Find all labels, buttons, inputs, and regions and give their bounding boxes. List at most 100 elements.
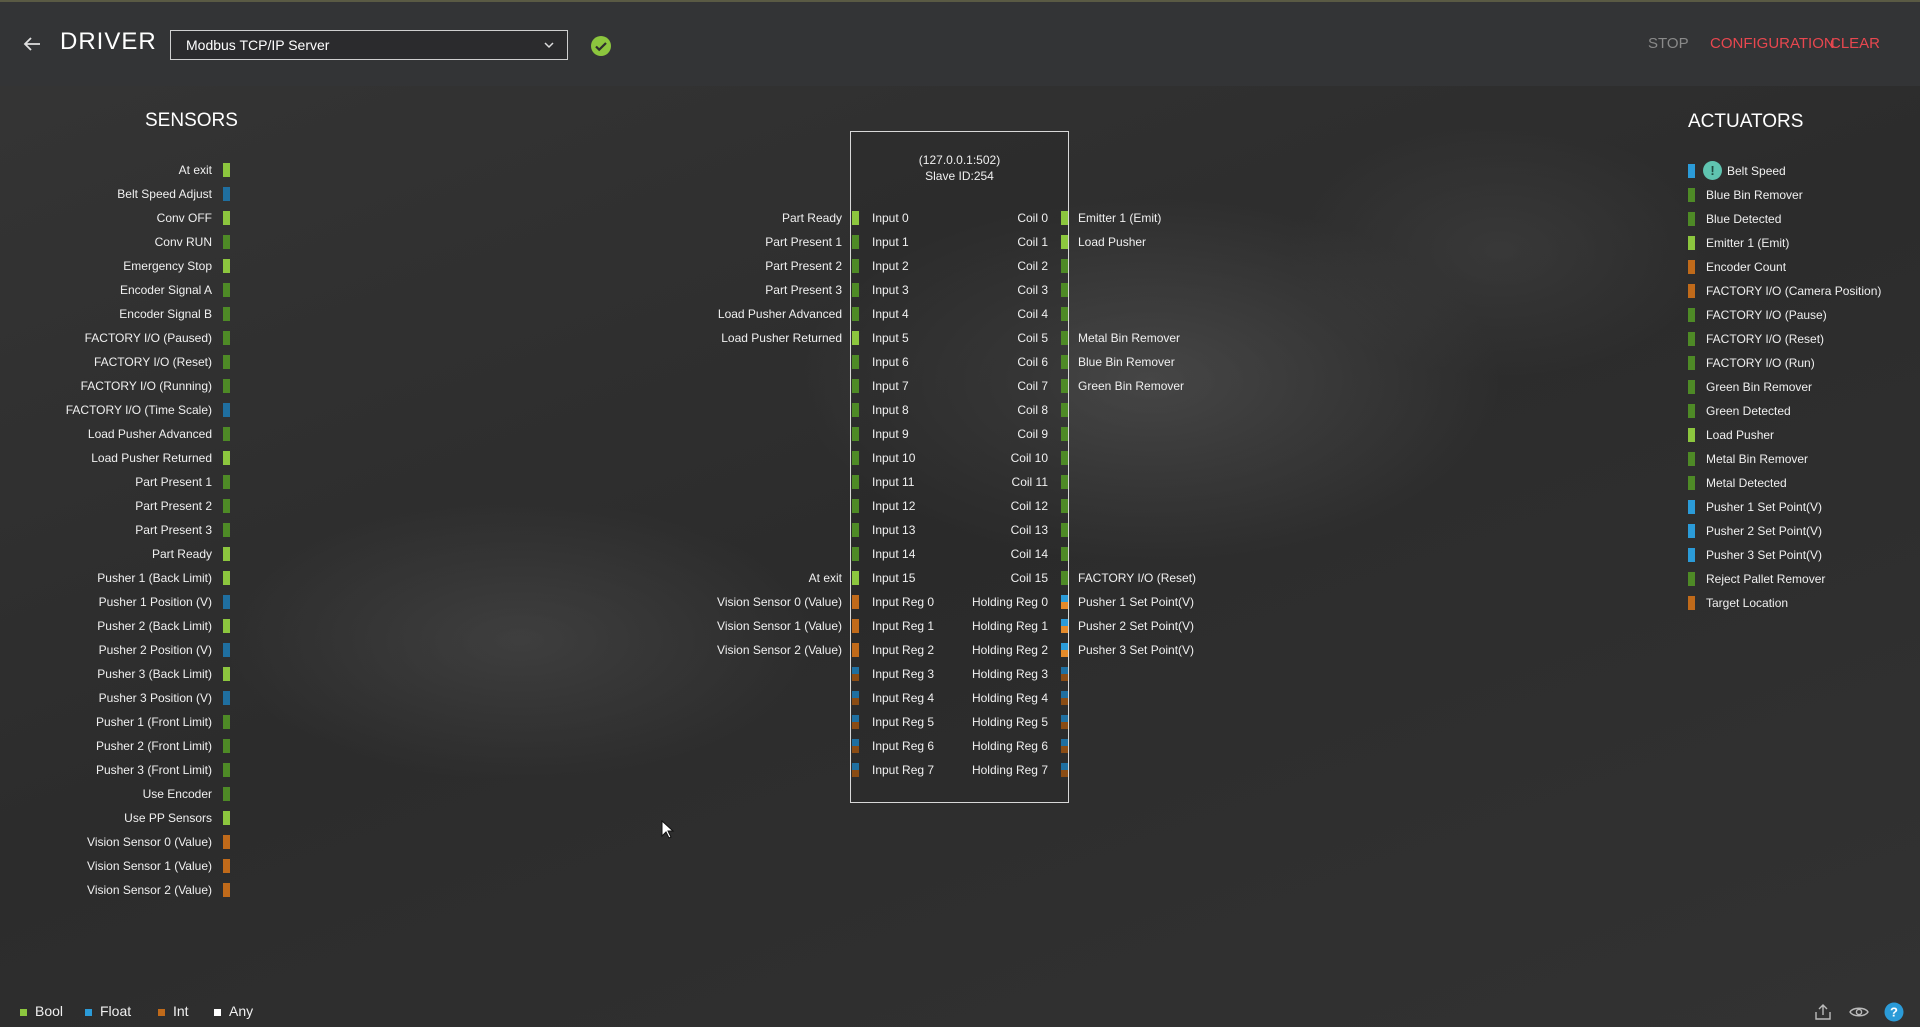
sensor-row[interactable]: Pusher 1 (Back Limit): [0, 570, 230, 586]
actuator-row[interactable]: Encoder Count: [1688, 259, 1908, 275]
sensor-row[interactable]: Pusher 3 Position (V): [0, 690, 230, 706]
actuator-row[interactable]: Reject Pallet Remover: [1688, 571, 1908, 587]
output-address[interactable]: Holding Reg 6: [940, 738, 1048, 754]
stop-button[interactable]: STOP: [1648, 35, 1689, 52]
output-address[interactable]: Holding Reg 4: [940, 690, 1048, 706]
sensor-row[interactable]: Encoder Signal B: [0, 306, 230, 322]
clear-button[interactable]: CLEAR: [1830, 35, 1880, 52]
sensor-row[interactable]: Pusher 3 (Front Limit): [0, 762, 230, 778]
sensor-row[interactable]: Pusher 1 (Front Limit): [0, 714, 230, 730]
actuator-row[interactable]: Blue Bin Remover: [1688, 187, 1908, 203]
actuator-row[interactable]: Load Pusher: [1688, 427, 1908, 443]
output-address[interactable]: Coil 3: [940, 282, 1048, 298]
actuator-row[interactable]: Pusher 1 Set Point(V): [1688, 499, 1908, 515]
sensor-row[interactable]: Use Encoder: [0, 786, 230, 802]
input-address[interactable]: Input Reg 1: [872, 618, 934, 634]
actuator-row[interactable]: Blue Detected: [1688, 211, 1908, 227]
output-address[interactable]: Coil 15: [940, 570, 1048, 586]
driver-select[interactable]: Modbus TCP/IP Server: [170, 30, 568, 60]
sensor-row[interactable]: Pusher 2 (Back Limit): [0, 618, 230, 634]
output-address[interactable]: Coil 11: [940, 474, 1048, 490]
output-address[interactable]: Coil 14: [940, 546, 1048, 562]
input-address[interactable]: Input 7: [872, 378, 909, 394]
sensor-row[interactable]: Pusher 3 (Back Limit): [0, 666, 230, 682]
sensor-row[interactable]: FACTORY I/O (Reset): [0, 354, 230, 370]
input-address[interactable]: Input 2: [872, 258, 909, 274]
input-address[interactable]: Input 11: [872, 474, 914, 490]
actuator-row[interactable]: Emitter 1 (Emit): [1688, 235, 1908, 251]
sensor-row[interactable]: Pusher 2 (Front Limit): [0, 738, 230, 754]
sensor-row[interactable]: Part Present 1: [0, 474, 230, 490]
output-address[interactable]: Coil 6: [940, 354, 1048, 370]
sensor-row[interactable]: FACTORY I/O (Paused): [0, 330, 230, 346]
sensor-row[interactable]: Vision Sensor 0 (Value): [0, 834, 230, 850]
help-icon[interactable]: ?: [1884, 1002, 1904, 1022]
input-address[interactable]: Input 10: [872, 450, 915, 466]
input-address[interactable]: Input Reg 7: [872, 762, 934, 778]
sensor-row[interactable]: Part Ready: [0, 546, 230, 562]
actuator-row[interactable]: FACTORY I/O (Camera Position): [1688, 283, 1908, 299]
sensor-row[interactable]: Pusher 2 Position (V): [0, 642, 230, 658]
actuator-row[interactable]: Metal Detected: [1688, 475, 1908, 491]
sensor-row[interactable]: FACTORY I/O (Running): [0, 378, 230, 394]
input-address[interactable]: Input 4: [872, 306, 909, 322]
input-address[interactable]: Input Reg 3: [872, 666, 934, 682]
output-address[interactable]: Holding Reg 5: [940, 714, 1048, 730]
input-address[interactable]: Input 13: [872, 522, 915, 538]
actuator-row[interactable]: Pusher 2 Set Point(V): [1688, 523, 1908, 539]
sensor-row[interactable]: Load Pusher Returned: [0, 450, 230, 466]
export-icon[interactable]: [1813, 1002, 1833, 1022]
output-address[interactable]: Coil 7: [940, 378, 1048, 394]
sensor-row[interactable]: Vision Sensor 2 (Value): [0, 882, 230, 898]
output-address[interactable]: Holding Reg 0: [940, 594, 1048, 610]
input-address[interactable]: Input Reg 2: [872, 642, 934, 658]
input-address[interactable]: Input 3: [872, 282, 909, 298]
input-address[interactable]: Input 9: [872, 426, 909, 442]
input-address[interactable]: Input Reg 4: [872, 690, 934, 706]
sensor-row[interactable]: Part Present 3: [0, 522, 230, 538]
output-address[interactable]: Coil 0: [940, 210, 1048, 226]
configuration-button[interactable]: CONFIGURATION: [1710, 35, 1835, 52]
output-address[interactable]: Coil 8: [940, 402, 1048, 418]
actuator-row[interactable]: Metal Bin Remover: [1688, 451, 1908, 467]
actuator-row[interactable]: Green Bin Remover: [1688, 379, 1908, 395]
arrow-left-icon[interactable]: [20, 32, 44, 56]
sensor-row[interactable]: Vision Sensor 1 (Value): [0, 858, 230, 874]
actuator-row[interactable]: Pusher 3 Set Point(V): [1688, 547, 1908, 563]
sensor-row[interactable]: Emergency Stop: [0, 258, 230, 274]
actuator-row[interactable]: FACTORY I/O (Pause): [1688, 307, 1908, 323]
input-address[interactable]: Input Reg 0: [872, 594, 934, 610]
output-address[interactable]: Coil 12: [940, 498, 1048, 514]
output-address[interactable]: Holding Reg 1: [940, 618, 1048, 634]
input-address[interactable]: Input 5: [872, 330, 909, 346]
actuator-row[interactable]: Green Detected: [1688, 403, 1908, 419]
input-address[interactable]: Input 14: [872, 546, 915, 562]
output-address[interactable]: Coil 4: [940, 306, 1048, 322]
actuator-row[interactable]: FACTORY I/O (Run): [1688, 355, 1908, 371]
sensor-row[interactable]: Load Pusher Advanced: [0, 426, 230, 442]
output-address[interactable]: Holding Reg 2: [940, 642, 1048, 658]
actuator-row[interactable]: ! Belt Speed: [1688, 161, 1908, 180]
sensor-row[interactable]: FACTORY I/O (Time Scale): [0, 402, 230, 418]
sensor-row[interactable]: Belt Speed Adjust: [0, 186, 230, 202]
sensor-row[interactable]: At exit: [0, 162, 230, 178]
input-address[interactable]: Input 15: [872, 570, 915, 586]
input-address[interactable]: Input Reg 6: [872, 738, 934, 754]
output-address[interactable]: Coil 2: [940, 258, 1048, 274]
output-address[interactable]: Coil 13: [940, 522, 1048, 538]
input-address[interactable]: Input 8: [872, 402, 909, 418]
input-address[interactable]: Input 1: [872, 234, 909, 250]
actuator-row[interactable]: FACTORY I/O (Reset): [1688, 331, 1908, 347]
output-address[interactable]: Holding Reg 7: [940, 762, 1048, 778]
sensor-row[interactable]: Conv OFF: [0, 210, 230, 226]
actuator-row[interactable]: Target Location: [1688, 595, 1908, 611]
sensor-row[interactable]: Use PP Sensors: [0, 810, 230, 826]
output-address[interactable]: Coil 9: [940, 426, 1048, 442]
output-address[interactable]: Coil 1: [940, 234, 1048, 250]
output-address[interactable]: Holding Reg 3: [940, 666, 1048, 682]
sensor-row[interactable]: Encoder Signal A: [0, 282, 230, 298]
output-address[interactable]: Coil 10: [940, 450, 1048, 466]
input-address[interactable]: Input 0: [872, 210, 909, 226]
sensor-row[interactable]: Conv RUN: [0, 234, 230, 250]
input-address[interactable]: Input 6: [872, 354, 909, 370]
